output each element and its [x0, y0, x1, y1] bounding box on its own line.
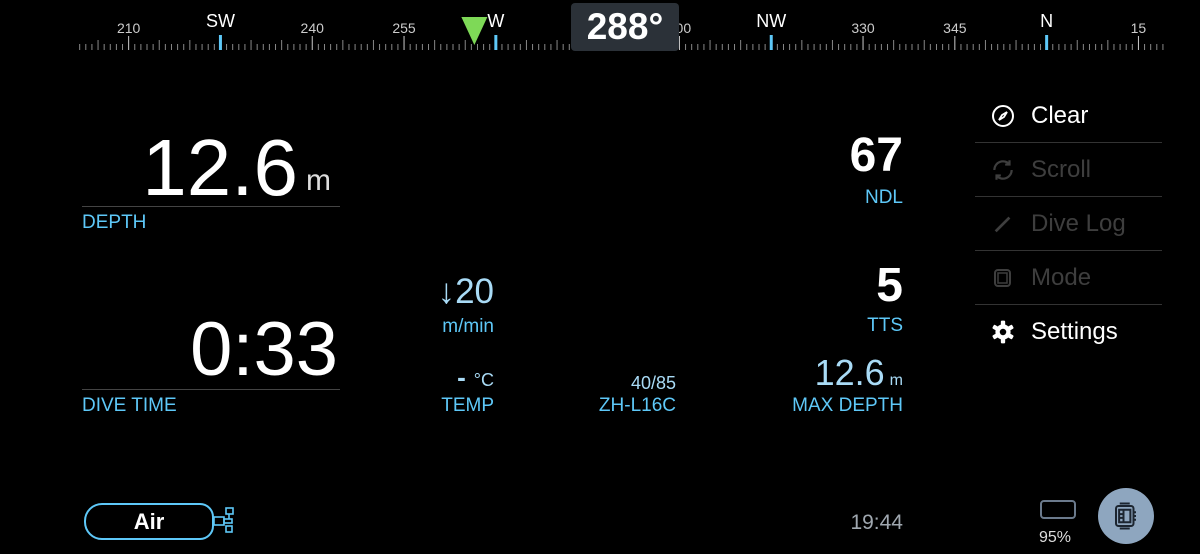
max-depth-unit: m	[889, 372, 903, 389]
descent-arrow-icon: ↓	[437, 272, 456, 311]
depth-value: 12.6	[142, 123, 298, 212]
gas-tank-button[interactable]: Air	[84, 503, 214, 540]
compass-label-NW: NW	[756, 11, 786, 31]
battery-icon	[1040, 500, 1076, 519]
menu-item-clear[interactable]: Clear	[975, 89, 1162, 143]
compass-label-210: 210	[117, 20, 141, 36]
compass-label-N: N	[1040, 11, 1053, 31]
watch-icon	[975, 266, 1031, 290]
compass-label-SW: SW	[206, 11, 235, 31]
compass-icon	[975, 104, 1031, 128]
compass-label-345: 345	[943, 20, 967, 36]
temp-unit: °C	[473, 370, 494, 390]
depth-unit: m	[306, 164, 331, 197]
max-depth-label: MAX DEPTH	[792, 395, 903, 416]
ndl-label: NDL	[864, 187, 903, 208]
ndl-value: 67	[849, 129, 903, 182]
gas-label: Air	[133, 508, 165, 534]
menu-item-settings[interactable]: Settings	[975, 305, 1162, 359]
temp-label: TEMP	[441, 395, 494, 416]
clock: 19:44	[850, 511, 903, 534]
dive-time-value: 0:33	[190, 307, 338, 392]
menu-label: Scroll	[1031, 156, 1092, 183]
divider	[82, 389, 340, 390]
dive-mode-button[interactable]	[1098, 488, 1154, 544]
menu-item-scroll[interactable]: Scroll	[975, 143, 1162, 197]
pencil-icon	[975, 213, 1031, 235]
refresh-icon	[975, 157, 1031, 183]
gradient-factors: 40/85	[630, 373, 676, 393]
gear-icon	[975, 319, 1031, 345]
dive-time-label: DIVE TIME	[82, 395, 177, 416]
watch-icon	[1115, 502, 1136, 530]
menu-label: Dive Log	[1031, 210, 1126, 237]
algorithm-name: ZH-L16C	[598, 395, 676, 416]
compass-label-255: 255	[392, 20, 416, 36]
menu-item-mode[interactable]: Mode	[975, 251, 1162, 305]
tts-value: 5	[876, 259, 903, 312]
ascent-rate-unit: m/min	[442, 316, 494, 337]
heading-readout: 288°	[571, 3, 679, 51]
menu-label: Settings	[1031, 318, 1118, 345]
compass-label-15: 15	[1131, 20, 1147, 36]
menu-label: Mode	[1031, 264, 1092, 291]
depth-label: DEPTH	[82, 212, 147, 233]
tank-valve-icon	[213, 507, 234, 533]
menu-label: Clear	[1031, 102, 1089, 129]
compass-label-330: 330	[851, 20, 875, 36]
temp-value: -	[457, 362, 466, 392]
menu-item-dive-log[interactable]: Dive Log	[975, 197, 1162, 251]
ascent-rate-value: 20	[455, 272, 494, 311]
battery-percent: 95%	[1039, 529, 1072, 546]
max-depth-value: 12.6	[814, 352, 885, 393]
divider	[82, 206, 340, 207]
compass-label-240: 240	[301, 20, 325, 36]
compass-label-W: W	[487, 11, 504, 31]
tts-label: TTS	[867, 315, 903, 336]
